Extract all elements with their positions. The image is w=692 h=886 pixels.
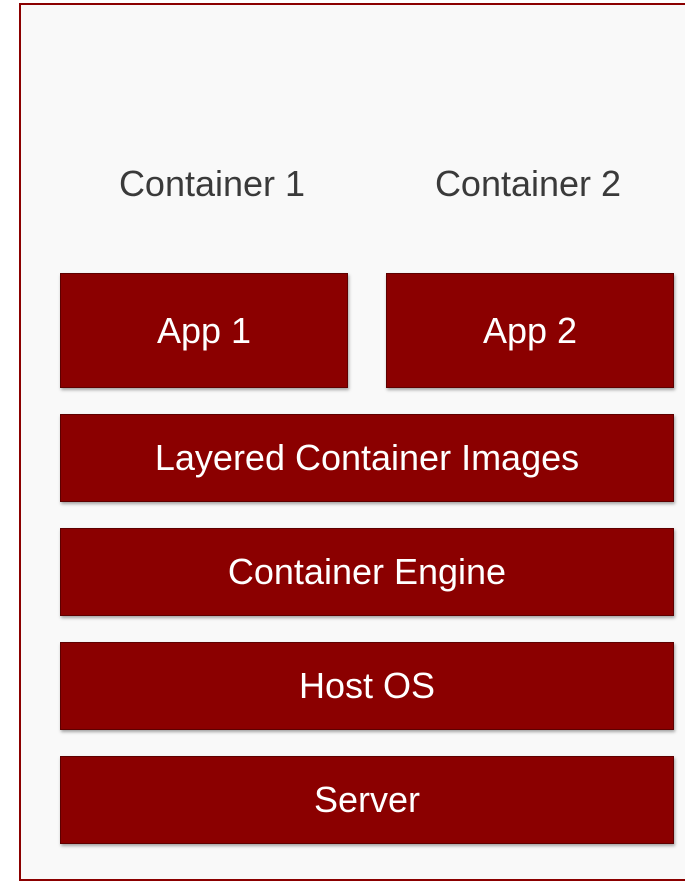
container-engine-block: Container Engine (60, 528, 674, 616)
app-1-block: App 1 (60, 273, 348, 388)
server-label: Server (313, 779, 421, 820)
container-engine-label: Container Engine (227, 551, 507, 592)
layered-container-images-block: Layered Container Images (60, 414, 674, 502)
layered-container-images-label: Layered Container Images (154, 437, 580, 478)
container-2-label: Container 2 (434, 163, 622, 204)
app-1-label: App 1 (156, 309, 252, 351)
app-2-label: App 2 (482, 309, 578, 351)
server-block: Server (60, 756, 674, 844)
container-1-label: Container 1 (118, 163, 306, 204)
host-os-label: Host OS (298, 665, 436, 706)
app-2-block: App 2 (386, 273, 674, 388)
host-os-block: Host OS (60, 642, 674, 730)
